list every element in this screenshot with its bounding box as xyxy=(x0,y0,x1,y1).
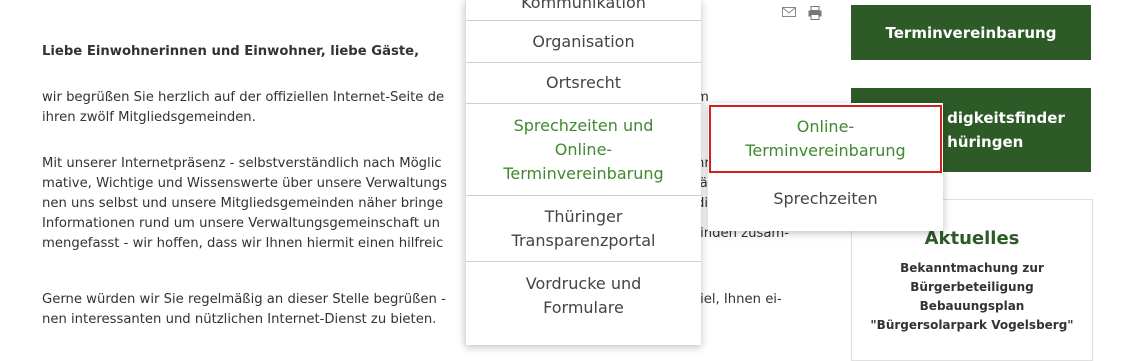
intro-text-line: ihren zwölf Mitgliedsgemeinden. xyxy=(42,110,256,125)
dropdown-menu: Kommunikation Organisation Ortsrecht Spr… xyxy=(465,0,701,345)
menu-item-ortsrecht[interactable]: Ortsrecht xyxy=(466,63,701,104)
news-line: Bürgerbeteiligung xyxy=(910,280,1034,294)
body-text-line: nen uns selbst und unsere Mitgliedsgemei… xyxy=(42,196,444,211)
submenu: Online-Terminvereinbarung Sprechzeiten xyxy=(708,103,943,231)
body-text-line: Informationen rund um unsere Verwaltungs… xyxy=(42,216,440,231)
body-text-line: Mit unserer Internetpräsenz - selbstvers… xyxy=(42,156,442,171)
submenu-item-online-terminvereinbarung[interactable]: Online-Terminvereinbarung xyxy=(709,105,942,173)
menu-item-sprechzeiten[interactable]: Sprechzeiten und Online-Terminvereinbaru… xyxy=(466,104,701,196)
submenu-item-sprechzeiten[interactable]: Sprechzeiten xyxy=(708,176,943,221)
news-line: Bebauungsplan xyxy=(919,299,1025,313)
news-item[interactable]: Bekanntmachung zur Bürgerbeteiligung Beb… xyxy=(852,259,1092,335)
menu-item-organisation[interactable]: Organisation xyxy=(466,21,701,63)
page-tools xyxy=(782,6,822,24)
menu-item-transparenzportal[interactable]: Thüringer Transparenzportal xyxy=(466,197,701,262)
closing-text-line: Gerne würden wir Sie regelmäßig an diese… xyxy=(42,292,446,307)
news-line: "Bürgersolarpark Vogelsberg" xyxy=(870,318,1074,332)
aktuelles-title: Aktuelles xyxy=(924,228,1020,249)
news-line: Bekanntmachung zur xyxy=(900,261,1044,275)
terminvereinbarung-button[interactable]: Terminvereinbarung xyxy=(851,5,1091,60)
mail-icon[interactable] xyxy=(782,6,796,24)
button-label-line: digkeitsfinder xyxy=(947,109,1065,127)
button-label-line: hüringen xyxy=(947,133,1024,151)
print-icon[interactable] xyxy=(808,6,822,24)
menu-item-vordrucke[interactable]: Vordrucke und Formulare xyxy=(466,263,701,329)
intro-text-line: wir begrüßen Sie herzlich auf der offizi… xyxy=(42,90,445,105)
greeting-heading: Liebe Einwohnerinnen und Einwohner, lieb… xyxy=(42,44,420,59)
body-text-line: mengefasst - wir hoffen, dass wir Ihnen … xyxy=(42,236,444,251)
closing-text-line: nen interessanten und nützlichen Interne… xyxy=(42,312,437,327)
menu-item-kommunikation[interactable]: Kommunikation xyxy=(466,0,701,21)
body-text-line: mative, Wichtige und Wissenswerte über u… xyxy=(42,176,447,191)
